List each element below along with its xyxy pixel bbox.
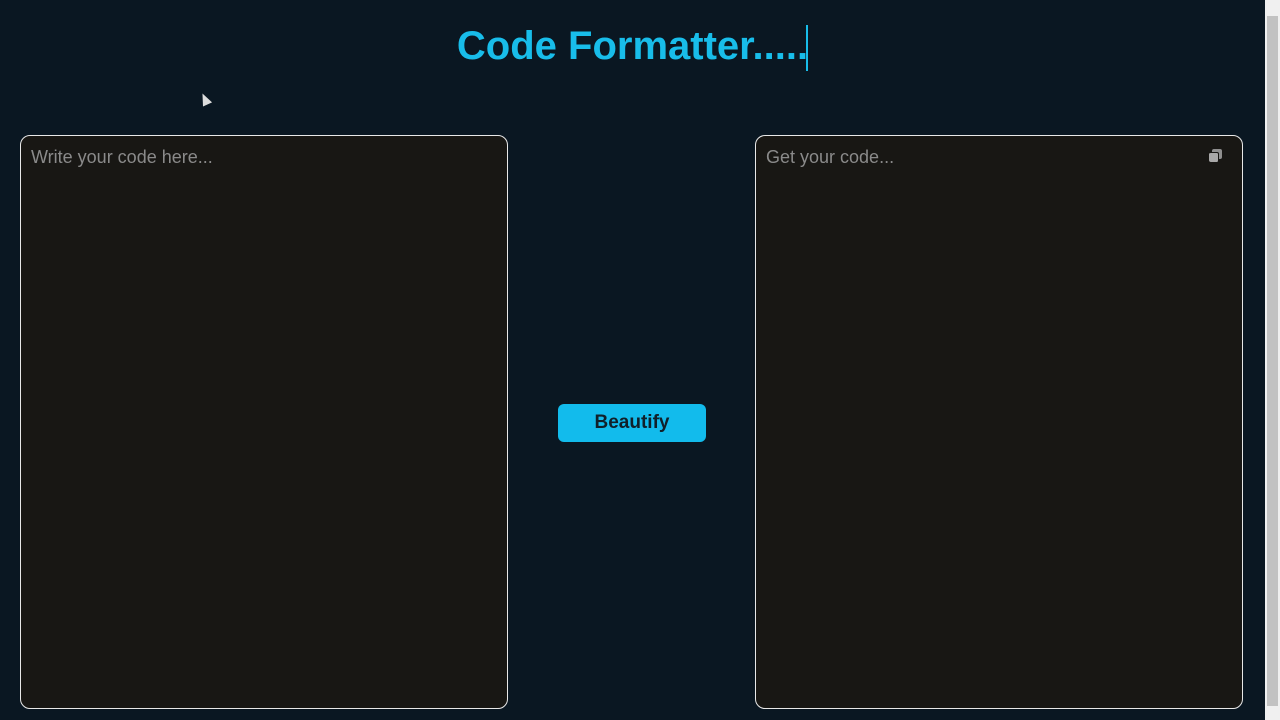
output-panel bbox=[755, 135, 1243, 709]
code-output[interactable] bbox=[756, 136, 1242, 708]
mouse-pointer-icon bbox=[197, 91, 213, 107]
scrollbar-thumb[interactable] bbox=[1267, 16, 1278, 706]
text-caret bbox=[806, 25, 809, 72]
scrollbar[interactable] bbox=[1265, 0, 1280, 720]
code-input[interactable] bbox=[21, 136, 507, 708]
page-title: Code Formatter..... bbox=[0, 24, 1265, 72]
page-title-text: Code Formatter..... bbox=[456, 24, 809, 68]
input-panel bbox=[20, 135, 508, 709]
beautify-button[interactable]: Beautify bbox=[558, 404, 706, 442]
copy-icon[interactable] bbox=[1209, 149, 1222, 162]
